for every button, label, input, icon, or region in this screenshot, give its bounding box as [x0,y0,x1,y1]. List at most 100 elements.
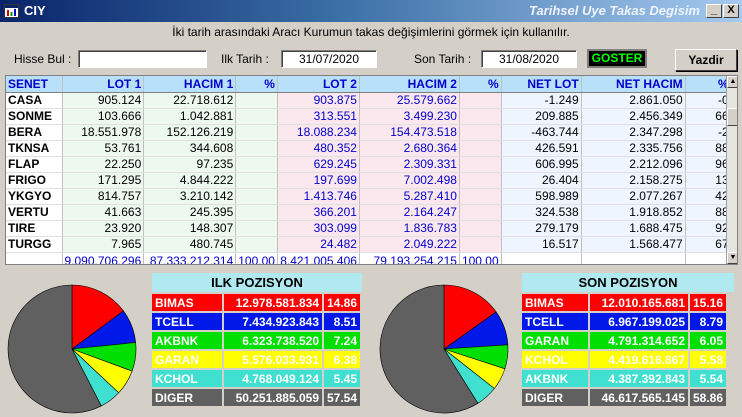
position-row: DIGER 50.251.885.059 57.54 [152,389,363,406]
column-header-lot1[interactable]: LOT 1 [62,76,145,93]
cell-pct2 [459,140,502,157]
column-header-lot2[interactable]: LOT 2 [277,76,360,93]
app-window-icon [4,4,19,18]
table-row[interactable]: FRIGO 171.295 4.844.222 197.699 7.002.498 26.… [6,172,732,189]
son-pozisyon-title: SON POZISYON [522,273,734,292]
goster-button[interactable]: GOSTER [587,49,647,68]
scroll-down-arrow-icon[interactable]: ▼ [727,252,737,264]
position-pct: 14.86 [324,294,363,311]
son-tarih-label: Son Tarih : [414,52,472,66]
close-icon[interactable]: X [723,4,739,18]
cell-net-lot: 606.995 [501,156,582,173]
column-header-net-lot[interactable]: NET LOT [501,76,582,93]
column-header-net-pct[interactable]: % [685,76,732,93]
table-row[interactable]: VERTU 41.663 245.395 366.201 2.164.247 324.53… [6,204,732,221]
position-pct: 8.51 [324,313,363,330]
cell-net-pct: 92 [685,220,732,237]
scroll-up-arrow-icon[interactable]: ▲ [727,76,737,88]
column-header-pct1[interactable]: % [235,76,278,93]
position-pct: 7.24 [324,332,363,349]
cell-hacim1: 1.042.881 [143,108,237,125]
cell-hacim2: 2.309.331 [359,156,460,173]
cell-lot1: 905.124 [62,92,145,109]
cell-senet: VERTU [6,204,63,221]
totals-row: 9.090.706.296 87.333.212.314 100,00 8.421.0… [6,252,732,264]
table-row[interactable]: TKNSA 53.761 344.608 480.352 2.680.364 426.59… [6,140,732,157]
cell-net-hacim: 2.212.096 [581,156,686,173]
position-name: TCELL [522,313,590,330]
cell-net-lot: 598.989 [501,188,582,205]
position-row: TCELL 7.434.923.843 8.51 [152,313,363,330]
total-pct1: 100,00 [235,252,278,264]
column-header-senet[interactable]: SENET [6,76,63,93]
cell-lot1: 53.761 [62,140,145,157]
scroll-thumb[interactable] [727,108,737,126]
cell-pct2 [459,172,502,189]
table-row[interactable]: SONME 103.666 1.042.881 313.551 3.499.230 209… [6,108,732,125]
cell-lot1: 171.295 [62,172,145,189]
cell-lot2: 629.245 [277,156,360,173]
column-header-pct2[interactable]: % [459,76,502,93]
table-row[interactable]: TURGG 7.965 480.745 24.482 2.049.222 16.517 1.… [6,236,732,253]
cell-pct2 [459,204,502,221]
table-row[interactable]: CASA 905.124 22.718.612 903.875 25.579.662 -1… [6,92,732,109]
cell-net-hacim: 2.861.050 [581,92,686,109]
position-pct: 5.54 [690,370,729,387]
position-value: 6.323.738.520 [224,332,324,349]
table-row[interactable]: TIRE 23.920 148.307 303.099 1.836.783 279.179… [6,220,732,237]
cell-net-lot: -1.249 [501,92,582,109]
vertical-scrollbar[interactable]: ▲ ▼ [726,76,737,264]
table-row[interactable]: FLAP 22.250 97.235 629.245 2.309.331 606.995 2… [6,156,732,173]
total-net-pct [685,252,732,264]
position-pct: 58.86 [690,389,729,406]
cell-net-hacim: 2.456.349 [581,108,686,125]
cell-pct2 [459,220,502,237]
ilk-pozisyon-pie-chart [7,284,137,414]
cell-hacim2: 25.579.662 [359,92,460,109]
cell-hacim2: 7.002.498 [359,172,460,189]
position-name: DIGER [522,389,590,406]
son-pozisyon-pie-chart [379,284,509,414]
cell-pct2 [459,156,502,173]
position-name: TCELL [152,313,224,330]
ilk-tarih-input[interactable]: 31/07/2020 [281,50,377,68]
cell-hacim1: 152.126.219 [143,124,237,141]
position-value: 50.251.885.059 [224,389,324,406]
column-header-hacim1[interactable]: HACIM 1 [143,76,237,93]
position-row: BIMAS 12.010.165.681 15.16 [522,294,729,311]
cell-hacim1: 3.210.142 [143,188,237,205]
cell-pct2 [459,236,502,253]
cell-hacim1: 4.844.222 [143,172,237,189]
info-text: İki tarih arasındaki Aracı Kurumun takas… [172,25,570,39]
position-value: 4.387.392.843 [590,370,690,387]
minimize-icon[interactable]: _ [706,4,722,18]
cell-net-pct: 96 [685,156,732,173]
cell-net-hacim: 2.335.756 [581,140,686,157]
position-name: BIMAS [152,294,224,311]
cell-hacim2: 2.680.364 [359,140,460,157]
cell-net-pct: 88 [685,204,732,221]
yazdir-button[interactable]: Yazdir [675,49,737,71]
hisse-bul-input[interactable] [78,50,207,68]
position-pct: 57.54 [324,389,363,406]
cell-net-hacim: 2.158.275 [581,172,686,189]
position-value: 12.010.165.681 [590,294,690,311]
takas-table: SENET LOT 1 HACIM 1% LOT 2 HACIM 2% NET LOT NE… [6,76,732,264]
cell-hacim2: 154.473.518 [359,124,460,141]
position-pct: 5.58 [690,351,729,368]
cell-lot1: 103.666 [62,108,145,125]
title-bar: CIY Tarihsel Uye Takas Degisim _ X [0,0,742,22]
column-header-hacim2[interactable]: HACIM 2 [359,76,460,93]
cell-net-pct: -0 [685,92,732,109]
cell-hacim1: 97.235 [143,156,237,173]
son-tarih-input[interactable]: 31/08/2020 [481,50,577,68]
cell-net-pct: 88 [685,140,732,157]
total-pct2: 100,00 [459,252,502,264]
column-header-net-hacim[interactable]: NET HACIM [581,76,686,93]
cell-hacim2: 2.164.247 [359,204,460,221]
table-header-row: SENET LOT 1 HACIM 1% LOT 2 HACIM 2% NET LOT NE… [6,76,732,93]
table-row[interactable]: BERA 18.551.978 152.126.219 18.088.234 154.4… [6,124,732,141]
cell-net-hacim: 2.077.267 [581,188,686,205]
position-row: GARAN 5.576.033.931 6.38 [152,351,363,368]
table-row[interactable]: YKGYO 814.757 3.210.142 1.413.746 5.287.410 5… [6,188,732,205]
